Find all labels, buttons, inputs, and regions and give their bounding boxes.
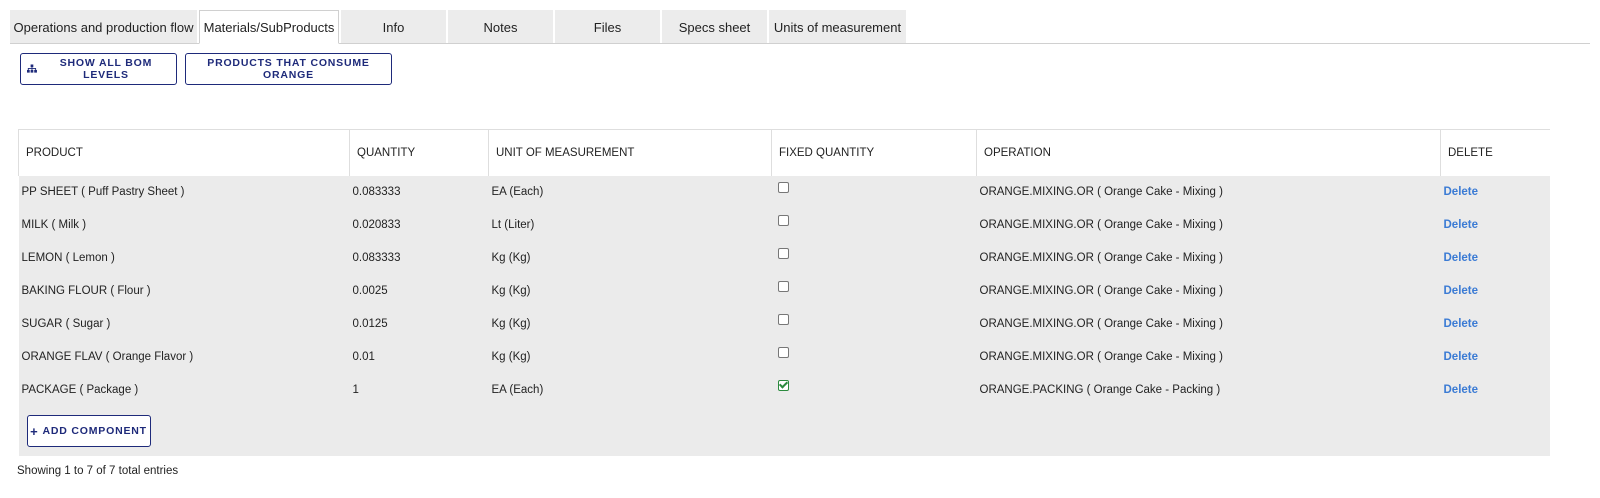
product-cell: LEMON ( Lemon ) bbox=[21, 252, 115, 264]
quantity-cell: 0.083333 bbox=[352, 252, 401, 264]
fixed-quantity-cell bbox=[772, 341, 977, 374]
plus-icon: + bbox=[30, 423, 39, 439]
fixed-quantity-checkbox[interactable] bbox=[777, 314, 789, 325]
operation-cell: ORANGE.MIXING.OR ( Orange Cake - Mixing … bbox=[979, 186, 1223, 198]
quantity-cell: 0.020833 bbox=[352, 219, 401, 231]
fixed-quantity-cell bbox=[772, 374, 977, 407]
fixed-quantity-cell bbox=[772, 275, 977, 308]
operation-cell: ORANGE.MIXING.OR ( Orange Cake - Mixing … bbox=[979, 219, 1223, 231]
fixed-quantity-checkbox[interactable] bbox=[777, 182, 789, 193]
products-that-consume-button[interactable]: PRODUCTS THAT CONSUME ORANGE bbox=[185, 53, 392, 85]
show-all-bom-levels-label: SHOW ALL BOM LEVELS bbox=[59, 57, 153, 81]
tab-units-of-measurement[interactable]: Units of measurement bbox=[769, 10, 906, 44]
unit-cell: Kg (Kg) bbox=[491, 351, 531, 363]
fixed-quantity-checkbox[interactable] bbox=[777, 380, 789, 391]
quantity-cell: 0.0025 bbox=[352, 285, 388, 297]
fixed-quantity-checkbox[interactable] bbox=[777, 215, 789, 226]
add-component-button[interactable]: + ADD COMPONENT bbox=[26, 415, 151, 447]
unit-cell: Kg (Kg) bbox=[491, 318, 531, 330]
quantity-cell: 1 bbox=[352, 384, 359, 396]
show-all-bom-levels-button[interactable]: SHOW ALL BOM LEVELS bbox=[20, 53, 177, 85]
delete-cell: Delete bbox=[1441, 176, 1550, 209]
unit-cell: EA (Each) bbox=[491, 186, 544, 198]
fixed-quantity-checkbox[interactable] bbox=[777, 347, 789, 358]
operation-cell: ORANGE.MIXING.OR ( Orange Cake - Mixing … bbox=[979, 318, 1223, 330]
unit-cell: EA (Each) bbox=[491, 384, 544, 396]
quantity-cell: 0.01 bbox=[352, 351, 375, 363]
delete-cell: Delete bbox=[1441, 242, 1550, 275]
delete-link[interactable]: Delete bbox=[1444, 219, 1479, 231]
operation-cell: ORANGE.MIXING.OR ( Orange Cake - Mixing … bbox=[979, 252, 1223, 264]
table-row: MILK ( Milk ) 0.020833 Lt (Liter) ORANGE.MI… bbox=[18, 208, 1550, 242]
tab-specs-sheet[interactable]: Specs sheet bbox=[662, 10, 767, 44]
add-component-row: + ADD COMPONENT bbox=[18, 406, 1550, 456]
table-row: SUGAR ( Sugar ) 0.0125 Kg (Kg) ORANGE.MIXIN… bbox=[18, 307, 1550, 341]
product-cell: PACKAGE ( Package ) bbox=[21, 384, 139, 396]
add-component-label: ADD COMPONENT bbox=[42, 425, 147, 437]
operation-cell: ORANGE.MIXING.OR ( Orange Cake - Mixing … bbox=[979, 285, 1223, 297]
table-row: LEMON ( Lemon ) 0.083333 Kg (Kg) ORANGE.MIX… bbox=[18, 241, 1550, 275]
fixed-quantity-cell bbox=[772, 242, 977, 275]
operation-cell: ORANGE.MIXING.OR ( Orange Cake - Mixing … bbox=[979, 351, 1223, 363]
delete-cell: Delete bbox=[1441, 308, 1550, 341]
fixed-quantity-checkbox[interactable] bbox=[777, 281, 789, 292]
fixed-quantity-checkbox[interactable] bbox=[777, 248, 789, 259]
products-that-consume-label: PRODUCTS THAT CONSUME ORANGE bbox=[207, 57, 370, 81]
fixed-quantity-cell bbox=[772, 209, 977, 242]
delete-link[interactable]: Delete bbox=[1444, 318, 1479, 330]
column-header-fixed-quantity: FIXED QUANTITY bbox=[771, 129, 977, 176]
fixed-quantity-cell bbox=[772, 308, 977, 341]
tab-bar: Operations and production flow Materials… bbox=[10, 10, 908, 44]
tab-materials[interactable]: Materials/SubProducts bbox=[199, 10, 339, 44]
quantity-cell: 0.083333 bbox=[352, 186, 401, 198]
delete-link[interactable]: Delete bbox=[1444, 285, 1479, 297]
fixed-quantity-cell bbox=[772, 176, 977, 209]
table-row: BAKING FLOUR ( Flour ) 0.0025 Kg (Kg) ORANG… bbox=[18, 274, 1550, 308]
product-cell: ORANGE FLAV ( Orange Flavor ) bbox=[21, 351, 194, 363]
column-header-quantity: QUANTITY bbox=[349, 129, 489, 176]
column-header-delete: DELETE bbox=[1440, 129, 1550, 176]
column-header-operation: OPERATION bbox=[976, 129, 1441, 176]
unit-cell: Kg (Kg) bbox=[491, 252, 531, 264]
product-cell: PP SHEET ( Puff Pastry Sheet ) bbox=[21, 186, 185, 198]
tab-operations[interactable]: Operations and production flow bbox=[10, 10, 197, 44]
delete-link[interactable]: Delete bbox=[1444, 384, 1479, 396]
components-table: PRODUCT QUANTITY UNIT OF MEASUREMENT FIX… bbox=[18, 129, 1550, 456]
column-header-product: PRODUCT bbox=[18, 129, 350, 176]
tab-files[interactable]: Files bbox=[555, 10, 660, 44]
delete-link[interactable]: Delete bbox=[1444, 252, 1479, 264]
tab-notes[interactable]: Notes bbox=[448, 10, 553, 44]
table-info: Showing 1 to 7 of 7 total entries bbox=[17, 465, 179, 477]
column-header-unit: UNIT OF MEASUREMENT bbox=[488, 129, 772, 176]
unit-cell: Kg (Kg) bbox=[491, 285, 531, 297]
table-row: PACKAGE ( Package ) 1 EA (Each) ORANGE.PACK… bbox=[18, 373, 1550, 407]
delete-cell: Delete bbox=[1441, 275, 1550, 308]
delete-cell: Delete bbox=[1441, 341, 1550, 374]
delete-cell: Delete bbox=[1441, 374, 1550, 407]
delete-link[interactable]: Delete bbox=[1444, 186, 1479, 198]
product-cell: SUGAR ( Sugar ) bbox=[21, 318, 111, 330]
delete-cell: Delete bbox=[1441, 209, 1550, 242]
sitemap-icon bbox=[27, 64, 37, 73]
table-header-row: PRODUCT QUANTITY UNIT OF MEASUREMENT FIX… bbox=[18, 129, 1550, 176]
product-cell: MILK ( Milk ) bbox=[21, 219, 87, 231]
product-cell: BAKING FLOUR ( Flour ) bbox=[21, 285, 151, 297]
operation-cell: ORANGE.PACKING ( Orange Cake - Packing ) bbox=[979, 384, 1221, 396]
table-row: PP SHEET ( Puff Pastry Sheet ) 0.083333 EA… bbox=[18, 175, 1550, 209]
unit-cell: Lt (Liter) bbox=[491, 219, 535, 231]
delete-link[interactable]: Delete bbox=[1444, 351, 1479, 363]
tab-info[interactable]: Info bbox=[341, 10, 446, 44]
quantity-cell: 0.0125 bbox=[352, 318, 388, 330]
table-row: ORANGE FLAV ( Orange Flavor ) 0.01 Kg (Kg)… bbox=[18, 340, 1550, 374]
